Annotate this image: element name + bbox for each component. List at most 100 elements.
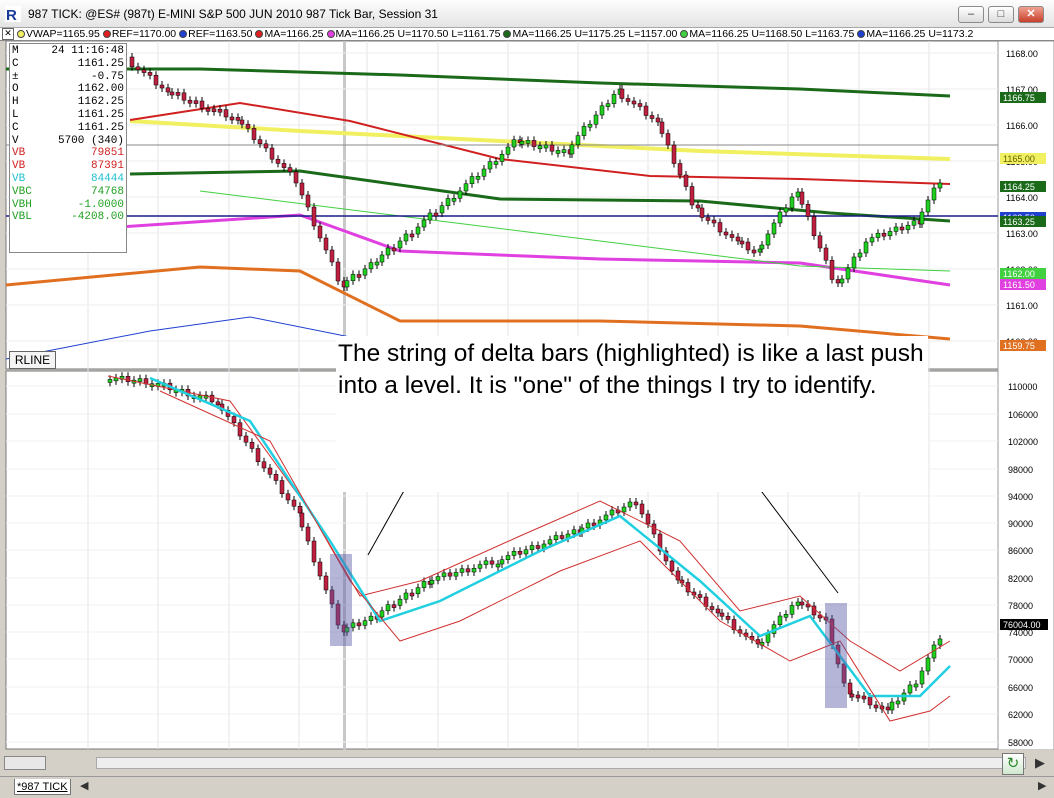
data-window-row: VBH -1.0000	[12, 199, 124, 212]
delta-candle	[855, 694, 861, 699]
legend-item[interactable]: VWAP=1165.95	[17, 28, 100, 40]
rline-button[interactable]: RLINE	[9, 351, 56, 369]
price-candle	[689, 186, 695, 206]
price-candle	[537, 145, 543, 150]
minimize-button[interactable]: –	[958, 6, 984, 23]
price-candle	[631, 100, 637, 105]
price-candle	[469, 176, 475, 184]
zoom-scroll-box[interactable]	[4, 756, 46, 770]
price-candle	[643, 105, 649, 116]
price-candle	[857, 252, 863, 258]
price-candle	[397, 240, 403, 249]
data-window-key: H	[12, 96, 19, 109]
close-button[interactable]: ✕	[1018, 6, 1044, 23]
price-candle	[805, 204, 811, 217]
delta-candle	[453, 572, 459, 577]
price-candle	[129, 56, 135, 68]
delta-candle	[391, 604, 397, 608]
delta-candle	[273, 474, 279, 481]
delta-candle	[125, 376, 131, 382]
delta-candle	[907, 684, 913, 694]
legend-color-icon	[680, 30, 689, 38]
price-candle	[757, 248, 763, 253]
price-candle	[817, 235, 823, 249]
data-window-row: ± -0.75	[12, 71, 124, 84]
data-window-key: VBH	[12, 198, 32, 211]
price-candle	[153, 74, 159, 86]
delta-tick-label: 66000	[1008, 683, 1033, 693]
legend-item[interactable]: MA=1166.25 U=1168.50 L=1163.75	[680, 28, 854, 40]
price-candle	[379, 254, 385, 263]
price-candle	[893, 226, 899, 232]
legend-item[interactable]: MA=1166.25 U=1170.50 L=1161.75	[326, 28, 500, 40]
refresh-icon[interactable]: ↻	[1002, 753, 1024, 775]
delta-candle	[639, 503, 645, 515]
price-tick-label: 1161.00	[1006, 301, 1038, 311]
delta-candle	[237, 422, 243, 437]
legend-item[interactable]: REF=1170.00	[102, 28, 176, 40]
delta-candle	[789, 605, 795, 615]
price-tag-label: 1162.00	[1003, 269, 1035, 279]
price-candle	[235, 117, 241, 121]
price-candle	[147, 72, 153, 76]
price-candle	[735, 236, 741, 242]
price-candle	[739, 240, 745, 245]
delta-candle	[385, 604, 391, 612]
delta-candle	[261, 461, 267, 469]
delta-tick-label: 94000	[1008, 492, 1033, 502]
horizontal-scrollbar[interactable]	[96, 757, 1026, 769]
delta-candle	[297, 506, 303, 514]
price-candle	[637, 103, 643, 107]
delta-candle	[477, 564, 483, 569]
price-candle	[655, 117, 661, 123]
price-candle	[141, 69, 147, 73]
tab-scroll-right-icon[interactable]: ▶	[1038, 779, 1046, 792]
delta-candle	[885, 706, 891, 711]
price-candle	[245, 123, 251, 129]
chart-scroll-right-icon[interactable]: ▶	[1032, 754, 1048, 772]
legend-item[interactable]: MA=1166.25 U=1175.25 L=1157.00	[503, 28, 677, 40]
delta-candle	[368, 615, 374, 621]
legend-color-icon	[17, 30, 25, 38]
price-candle	[299, 182, 305, 196]
data-window-key: O	[12, 83, 19, 96]
delta-candle	[231, 416, 237, 423]
bottom-bar: ↻ ▶ *987 TICK ◀ ▶	[0, 750, 1054, 798]
price-candle	[329, 249, 335, 263]
close-studies-icon[interactable]: ✕	[2, 28, 14, 40]
delta-tick-label: 82000	[1008, 574, 1033, 584]
maximize-button[interactable]: □	[988, 6, 1014, 23]
legend-item[interactable]: MA=1166.25	[255, 28, 324, 40]
price-candle	[581, 126, 587, 136]
data-window-value: 1161.25	[77, 108, 124, 121]
price-candle	[863, 241, 869, 254]
delta-candle	[447, 572, 453, 577]
price-candle	[323, 237, 329, 251]
delta-candle	[362, 620, 368, 626]
data-window-key: VBC	[12, 185, 32, 198]
price-candle	[751, 249, 757, 254]
delta-tick-label: 86000	[1008, 546, 1033, 556]
price-candle	[605, 103, 611, 107]
delta-candle	[305, 526, 311, 542]
legend-item[interactable]: MA=1166.25 U=1173.2	[857, 28, 973, 40]
price-candle	[919, 211, 925, 225]
tab-strip: *987 TICK ◀ ▶	[0, 776, 1054, 798]
price-candle	[659, 121, 665, 134]
delta-candle	[397, 598, 403, 606]
price-candle	[421, 219, 427, 228]
price-candle	[525, 140, 531, 144]
tab-scroll-left-icon[interactable]: ◀	[80, 779, 88, 792]
legend-color-icon	[179, 30, 188, 38]
price-candle	[711, 219, 717, 224]
price-candle	[368, 262, 374, 270]
tab-987-tick[interactable]: *987 TICK	[14, 779, 71, 795]
data-window-value: 1162.25	[77, 96, 124, 109]
delta-candle	[889, 701, 895, 711]
price-candle	[251, 128, 257, 140]
price-candle	[135, 66, 141, 71]
price-candle	[169, 91, 175, 96]
data-window-value: -1.0000	[77, 198, 124, 211]
legend-item[interactable]: REF=1163.50	[179, 28, 252, 40]
price-candle	[531, 140, 537, 147]
